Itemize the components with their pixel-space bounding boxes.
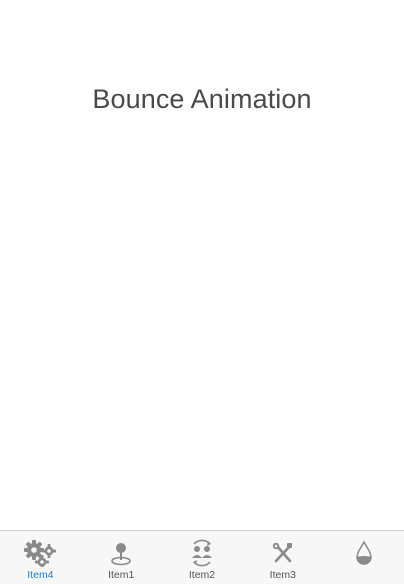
tools-icon (265, 539, 301, 567)
main-content: Bounce Animation (0, 0, 404, 530)
tab-item3[interactable]: Item3 (242, 531, 323, 584)
tab-item1[interactable]: Item1 (81, 531, 162, 584)
tab-drop[interactable] (323, 531, 404, 584)
sync-users-icon (184, 539, 220, 567)
tab-bar: Item4 Item1 Item2 Item3 (0, 530, 404, 584)
tab-label: Item3 (269, 569, 296, 581)
tab-label: Item1 (108, 569, 135, 581)
joystick-icon (103, 539, 139, 567)
tab-label: Item2 (188, 569, 216, 581)
water-drop-icon (346, 539, 382, 567)
app-screen: Bounce Animation Item4 Item1 Item2 Item3 (0, 0, 404, 584)
tab-label: Item4 (27, 569, 54, 581)
tab-item2[interactable]: Item2 (162, 531, 243, 584)
tab-item4[interactable]: Item4 (0, 531, 81, 584)
page-title: Bounce Animation (92, 84, 312, 114)
gears-icon (22, 539, 58, 567)
